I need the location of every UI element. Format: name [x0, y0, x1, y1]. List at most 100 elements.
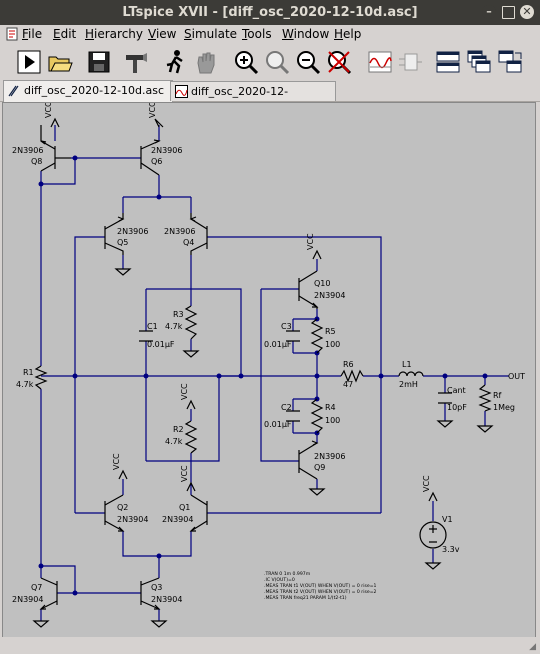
q3-name: Q3	[151, 583, 162, 592]
v1-name: V1	[442, 515, 453, 524]
waveform-icon	[368, 51, 392, 73]
save-button[interactable]	[86, 49, 112, 75]
spice-directives[interactable]: .TRAN 0 1m 0.997m .IC V(OUT)=0 .MEAS TRA…	[264, 571, 377, 601]
vcc-label: VCC	[148, 103, 157, 118]
directive-line: .TRAN 0 1m 0.997m	[264, 571, 311, 577]
q5-model: 2N3906	[117, 227, 148, 236]
document-tabs: diff_osc_2020-12-10d.asc diff_osc_2020-1…	[0, 80, 540, 117]
transistor-q2[interactable]	[104, 494, 125, 532]
menu-edit[interactable]: Edit	[53, 27, 76, 41]
cascade-button[interactable]	[466, 49, 492, 75]
tab-schematic[interactable]: diff_osc_2020-12-10d.asc	[3, 80, 173, 102]
r4-value: 100	[325, 416, 340, 425]
c2-name: C2	[281, 403, 292, 412]
resistor-r2[interactable]	[184, 420, 198, 454]
vcc-label: VCC	[180, 383, 189, 400]
menu-tools[interactable]: Tools	[242, 27, 272, 41]
q1-name: Q1	[179, 503, 190, 512]
zoom-out-icon	[297, 51, 321, 75]
control-panel-button[interactable]	[123, 49, 149, 75]
close-button[interactable]: ✕	[520, 5, 534, 19]
mdi-doc-icon[interactable]	[6, 27, 18, 44]
resize-grip-icon[interactable]: ◢	[529, 642, 536, 652]
directive-line: .MEAS TRAN t1 V(OUT) WHEN V(OUT) = 0 ris…	[264, 583, 377, 589]
tile-vertical-icon	[498, 50, 522, 73]
resistor-rf[interactable]	[478, 384, 492, 412]
zoom-cancel-button[interactable]	[326, 49, 352, 75]
hand-icon	[197, 52, 215, 74]
directive-line: .IC V(OUT)=0	[264, 577, 295, 583]
autorange-button[interactable]	[367, 49, 393, 75]
zoom-cancel-icon	[328, 51, 352, 75]
r1-value: 4.7k	[16, 380, 34, 389]
r6-name: R6	[343, 360, 354, 369]
transistor-q8[interactable]	[40, 125, 71, 172]
open-folder-icon	[48, 56, 73, 72]
q4-name: Q4	[183, 238, 194, 247]
pan-button[interactable]	[193, 49, 219, 75]
c1-name: C1	[147, 322, 158, 331]
zoom-out-button[interactable]	[295, 49, 321, 75]
window-title: LTspice XVII - [diff_osc_2020-12-10d.asc…	[122, 5, 418, 20]
menu-simulate[interactable]: Simulate	[184, 27, 237, 41]
v1-value: 3.3v	[442, 545, 460, 554]
resistor-r4[interactable]	[310, 398, 324, 434]
q10-name: Q10	[314, 279, 330, 288]
zoom-in-button[interactable]	[233, 49, 259, 75]
cant-value: 10pF	[447, 403, 467, 412]
resistor-r5[interactable]	[310, 318, 324, 354]
inductor-l1[interactable]	[398, 371, 424, 377]
q2-model: 2N3904	[117, 515, 148, 524]
tile-vertical-button[interactable]	[497, 49, 523, 75]
minimize-button[interactable]: –	[482, 5, 496, 19]
vcc-label: VCC	[44, 103, 53, 118]
tile-horizontal-button[interactable]	[435, 49, 461, 75]
l1-name: L1	[402, 360, 412, 369]
schematic-icon	[8, 85, 19, 97]
tab-waveform[interactable]: diff_osc_2020-12-10d.raw	[170, 81, 336, 117]
menu-file[interactable]: File	[22, 27, 42, 41]
menu-window[interactable]: Window	[282, 27, 329, 41]
r1-name: R1	[23, 368, 34, 377]
transistor-q7[interactable]	[39, 577, 58, 610]
c3-name: C3	[281, 322, 292, 331]
tab-label: diff_osc_2020-12-10d.asc	[24, 84, 165, 97]
resistor-r3[interactable]	[184, 305, 198, 340]
zoom-in-icon	[235, 51, 259, 75]
out-label: OUT	[508, 372, 525, 381]
vcc-label: VCC	[306, 233, 315, 250]
vcc-label: VCC	[422, 475, 431, 492]
halt-button[interactable]	[162, 49, 188, 75]
component-icon	[399, 53, 422, 71]
maximize-button[interactable]	[502, 6, 515, 19]
ground-symbols	[32, 268, 494, 628]
c3-value: 0.01µF	[264, 340, 292, 349]
vcc-label: VCC	[112, 453, 121, 470]
running-man-icon	[166, 50, 183, 74]
c2-value: 0.01µF	[264, 420, 292, 429]
resistor-r1[interactable]	[34, 365, 48, 390]
transistor-q1[interactable]	[189, 494, 208, 532]
menu-bar: File Edit Hierarchy View Simulate Tools …	[0, 25, 540, 66]
r2-value: 4.7k	[165, 437, 183, 446]
menu-help[interactable]: Help	[334, 27, 361, 41]
q7-name: Q7	[31, 583, 42, 592]
waveform-tab-icon	[175, 85, 188, 98]
tile-horizontal-icon	[436, 51, 460, 73]
q1-model: 2N3904	[162, 515, 193, 524]
schematic-canvas[interactable]: VCC VCC VCC VCC VCC VCC VCC 2N3906 Q8 2N…	[2, 102, 536, 638]
labels: VCC VCC VCC VCC VCC VCC VCC 2N3906 Q8 2N…	[12, 103, 525, 604]
q6-model: 2N3906	[151, 146, 182, 155]
menu-view[interactable]: View	[148, 27, 176, 41]
fft-button[interactable]	[397, 49, 423, 75]
r6-value: 47	[343, 380, 353, 389]
hammer-icon	[126, 53, 147, 73]
menu-hierarchy[interactable]: Hierarchy	[85, 27, 143, 41]
q5-name: Q5	[117, 238, 128, 247]
run-button[interactable]	[16, 49, 42, 75]
transistor-q10[interactable]	[298, 270, 319, 309]
zoom-fit-button[interactable]	[264, 49, 290, 75]
open-button[interactable]	[47, 49, 73, 75]
directive-line: .MEAS TRAN t2 V(OUT) WHEN V(OUT) = 0 ris…	[264, 589, 377, 595]
r4-name: R4	[325, 403, 336, 412]
